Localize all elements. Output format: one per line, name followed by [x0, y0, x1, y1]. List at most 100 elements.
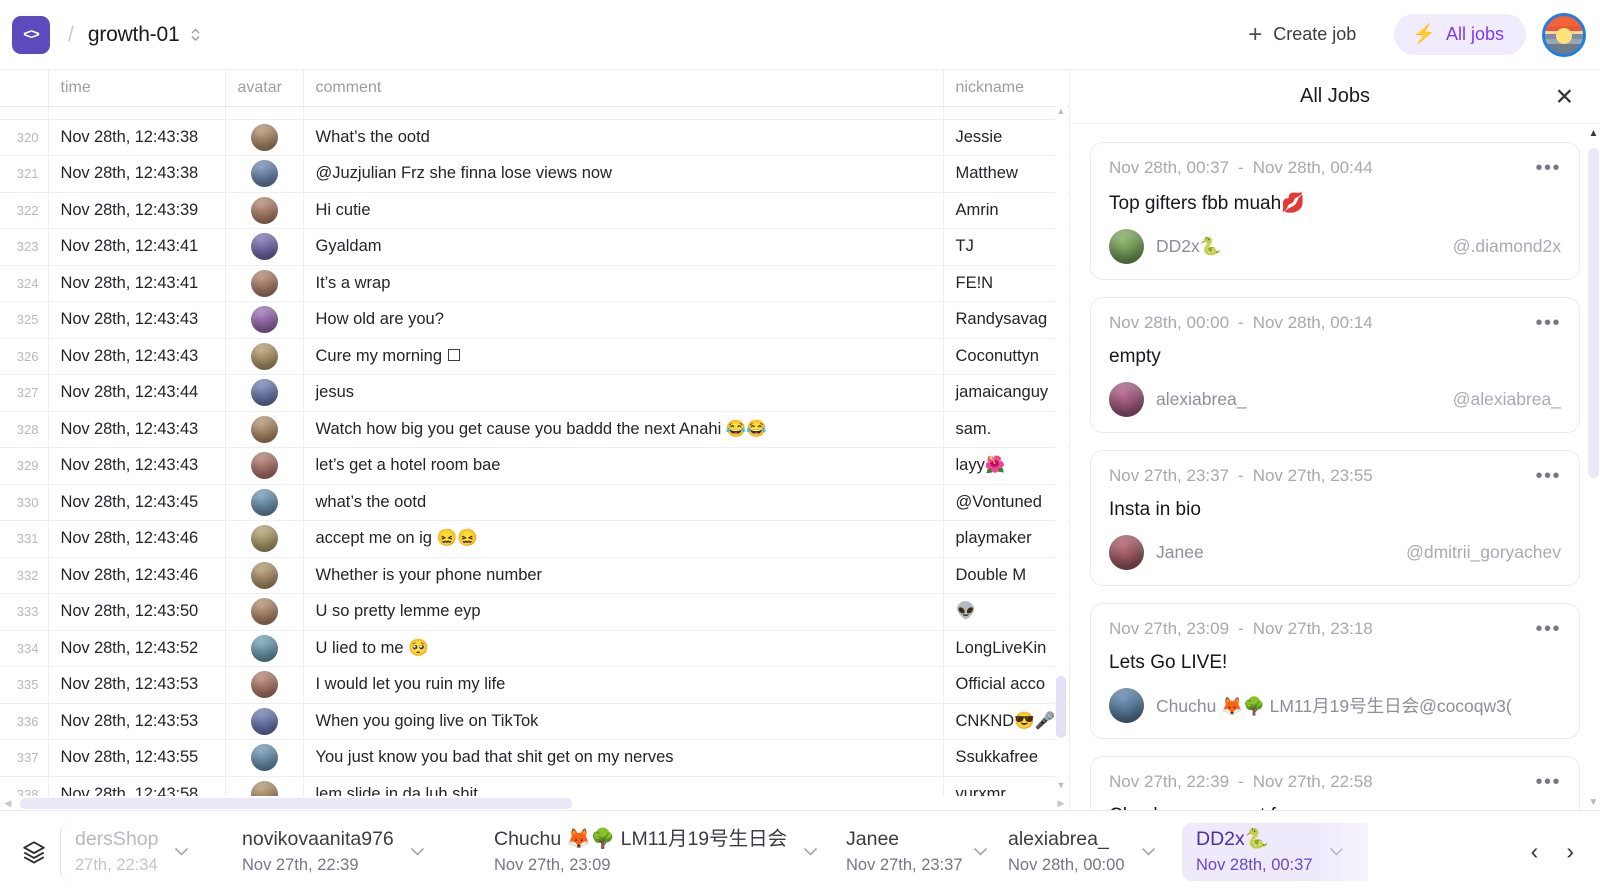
row-index: 332	[0, 557, 49, 594]
session-tab-date: Nov 27th, 23:37	[846, 855, 963, 874]
job-account-name: Janee	[1156, 542, 1204, 562]
table-vertical-scrollbar[interactable]: ▲ ▼	[1055, 106, 1067, 790]
job-card[interactable]: Nov 28th, 00:00- Nov 28th, 00:14 ••• empty a…	[1090, 297, 1580, 433]
ellipsis-icon[interactable]: •••	[1525, 313, 1561, 333]
session-tabs-strip[interactable]: dersShop 27th, 22:34 novikovaanita976 Nov 2…	[60, 822, 1501, 881]
chevron-down-icon[interactable]	[410, 844, 425, 859]
job-card[interactable]: Nov 28th, 00:37- Nov 28th, 00:44 ••• Top gi…	[1090, 142, 1580, 280]
layers-icon[interactable]	[14, 839, 54, 865]
table-row[interactable]: 335 Nov 28th, 12:43:53 I would let you rui…	[0, 666, 1069, 704]
user-avatar	[250, 707, 278, 735]
row-nickname: Official acco	[943, 666, 1069, 704]
column-header-comment[interactable]: comment	[303, 70, 944, 107]
session-tab[interactable]: Janee Nov 27th, 23:37	[832, 823, 994, 881]
user-avatar	[250, 634, 278, 662]
job-account-handle: @alexiabrea_	[1452, 389, 1561, 409]
job-card[interactable]: Nov 27th, 23:37- Nov 27th, 23:55 ••• Insta …	[1090, 450, 1580, 586]
table-row[interactable]: 329 Nov 28th, 12:43:43 let’s get a hotel r…	[0, 447, 1069, 485]
table-row[interactable]: 330 Nov 28th, 12:43:45 what’s the ootd @Von…	[0, 484, 1069, 521]
job-timerange: Nov 27th, 23:09- Nov 27th, 23:18 •••	[1109, 619, 1561, 639]
avatar[interactable]	[1542, 12, 1586, 57]
table-row[interactable]: 323 Nov 28th, 12:43:41 Gyaldam TJ	[0, 228, 1069, 266]
job-account-avatar	[1109, 382, 1144, 417]
ellipsis-icon[interactable]: •••	[1525, 158, 1561, 178]
chevron-down-icon[interactable]	[973, 844, 988, 859]
chevron-right-icon[interactable]: ›	[1566, 840, 1574, 863]
job-title: empty	[1109, 346, 1161, 367]
all-jobs-list[interactable]: Nov 28th, 00:37- Nov 28th, 00:44 ••• Top gi…	[1070, 124, 1600, 810]
panel-vertical-scrollbar[interactable]: ▲ ▼	[1588, 126, 1600, 810]
row-index	[0, 106, 49, 120]
job-end-time: Nov 27th, 22:58	[1252, 772, 1373, 791]
ellipsis-icon[interactable]: •••	[1525, 466, 1561, 486]
table-row[interactable]: 334 Nov 28th, 12:43:52 U lied to me 🥺 LongL…	[0, 630, 1069, 667]
table-body: 320 Nov 28th, 12:43:38 What’s the ootd Jess…	[0, 106, 1069, 810]
row-nickname: sam.	[943, 411, 1069, 448]
lightning-bolt-icon: ⚡	[1412, 24, 1436, 45]
chevron-down-icon[interactable]	[803, 844, 818, 859]
session-tab[interactable]: Chuchu 🦊🌳 LM11月19号生日会 Nov 27th, 23:09	[480, 823, 832, 881]
table-row[interactable]: 322 Nov 28th, 12:43:39 Hi cutie Amrin	[0, 192, 1069, 229]
row-comment: what’s the ootd	[303, 484, 944, 521]
column-header-time[interactable]: time	[48, 70, 226, 107]
table-row[interactable]: 324 Nov 28th, 12:43:41 It’s a wrap FE!N	[0, 265, 1069, 302]
create-job-label: Create job	[1273, 24, 1357, 44]
row-nickname: FE!N	[943, 265, 1069, 302]
chevron-updown-icon[interactable]	[190, 27, 201, 42]
session-tab[interactable]: novikovaanita976 Nov 27th, 22:39	[228, 823, 480, 881]
table-row[interactable]: 336 Nov 28th, 12:43:53 When you going live…	[0, 703, 1069, 740]
table-row[interactable]: 333 Nov 28th, 12:43:50 U so pretty lemme e…	[0, 593, 1069, 631]
panel-scroll-up-icon[interactable]: ▲	[1588, 128, 1599, 139]
scroll-down-icon[interactable]: ▼	[1056, 780, 1066, 790]
vertical-scroll-thumb[interactable]	[1056, 676, 1066, 738]
job-time-dash: -	[1238, 313, 1244, 332]
row-index: 327	[0, 374, 49, 412]
column-header-avatar[interactable]: avatar	[225, 70, 304, 107]
chevron-left-icon[interactable]: ‹	[1531, 840, 1539, 863]
table-row[interactable]: 320 Nov 28th, 12:43:38 What’s the ootd Jess…	[0, 119, 1069, 156]
table-row[interactable]: 327 Nov 28th, 12:43:44 jesus jamaicanguy	[0, 374, 1069, 412]
row-time: Nov 28th, 12:43:45	[48, 484, 226, 521]
panel-scroll-down-icon[interactable]: ▼	[1588, 797, 1599, 808]
page-title: growth-01	[87, 22, 180, 46]
scroll-left-icon[interactable]: ◀	[2, 797, 14, 809]
session-tab-name: Chuchu 🦊🌳 LM11月19号生日会	[494, 828, 788, 851]
chevron-down-icon[interactable]	[1329, 844, 1344, 859]
chevron-down-icon[interactable]	[174, 844, 189, 859]
row-index: 323	[0, 228, 49, 266]
table-row[interactable]: 332 Nov 28th, 12:43:46 Whether is your pho…	[0, 557, 1069, 594]
logo-glyph: <>	[23, 26, 40, 43]
horizontal-scroll-thumb[interactable]	[20, 798, 572, 809]
ellipsis-icon[interactable]: •••	[1525, 772, 1561, 792]
job-card[interactable]: Nov 27th, 23:09- Nov 27th, 23:18 ••• Lets G…	[1090, 603, 1580, 739]
column-header-nickname[interactable]: nickname	[943, 70, 1069, 107]
table-row[interactable]: 328 Nov 28th, 12:43:43 Watch how big you g…	[0, 411, 1069, 448]
scroll-right-icon[interactable]: ▶	[1055, 797, 1067, 809]
column-header-index[interactable]	[0, 70, 49, 107]
table-row[interactable]: 321 Nov 28th, 12:43:38 @Juzjulian Frz she …	[0, 155, 1069, 193]
panel-scroll-thumb[interactable]	[1588, 148, 1599, 478]
row-index: 337	[0, 739, 49, 777]
session-tab-date: Nov 28th, 00:37	[1196, 855, 1313, 874]
chevron-down-icon[interactable]	[1141, 844, 1156, 859]
table-row[interactable]: 331 Nov 28th, 12:43:46 accept me on ig 😖😖 p…	[0, 520, 1069, 558]
scroll-up-icon[interactable]: ▲	[1056, 106, 1066, 116]
ellipsis-icon[interactable]: •••	[1525, 619, 1561, 639]
create-job-button[interactable]: + Create job	[1234, 17, 1370, 53]
bottom-tab-bar: dersShop 27th, 22:34 novikovaanita976 Nov 2…	[0, 810, 1600, 892]
table-row[interactable]: 326 Nov 28th, 12:43:43 Cure my morning ☐ Co…	[0, 338, 1069, 375]
table-horizontal-scrollbar[interactable]: ◀ ▶	[0, 796, 1069, 810]
row-nickname: Ssukkafree	[943, 739, 1069, 777]
table-row[interactable]: 337 Nov 28th, 12:43:55 You just know you b…	[0, 739, 1069, 777]
close-icon[interactable]: ✕	[1555, 85, 1574, 108]
session-tab[interactable]: alexiabrea_ Nov 28th, 00:00	[994, 823, 1182, 881]
table-row[interactable]: 325 Nov 28th, 12:43:43 How old are you? Ran…	[0, 301, 1069, 339]
session-tab-name: DD2x🐍	[1196, 828, 1270, 851]
code-brackets-icon[interactable]: <>	[12, 15, 50, 54]
job-card[interactable]: Nov 27th, 22:39-Nov 27th, 22:58•••Check …	[1090, 756, 1580, 810]
job-account-name: DD2x🐍	[1156, 236, 1222, 256]
session-tab[interactable]: DD2x🐍 Nov 28th, 00:37	[1182, 822, 1368, 881]
session-tab[interactable]: dersShop 27th, 22:34	[60, 822, 228, 881]
row-comment: @Juzjulian Frz she finna lose views now	[303, 155, 944, 193]
all-jobs-button[interactable]: ⚡ All jobs	[1394, 14, 1526, 55]
